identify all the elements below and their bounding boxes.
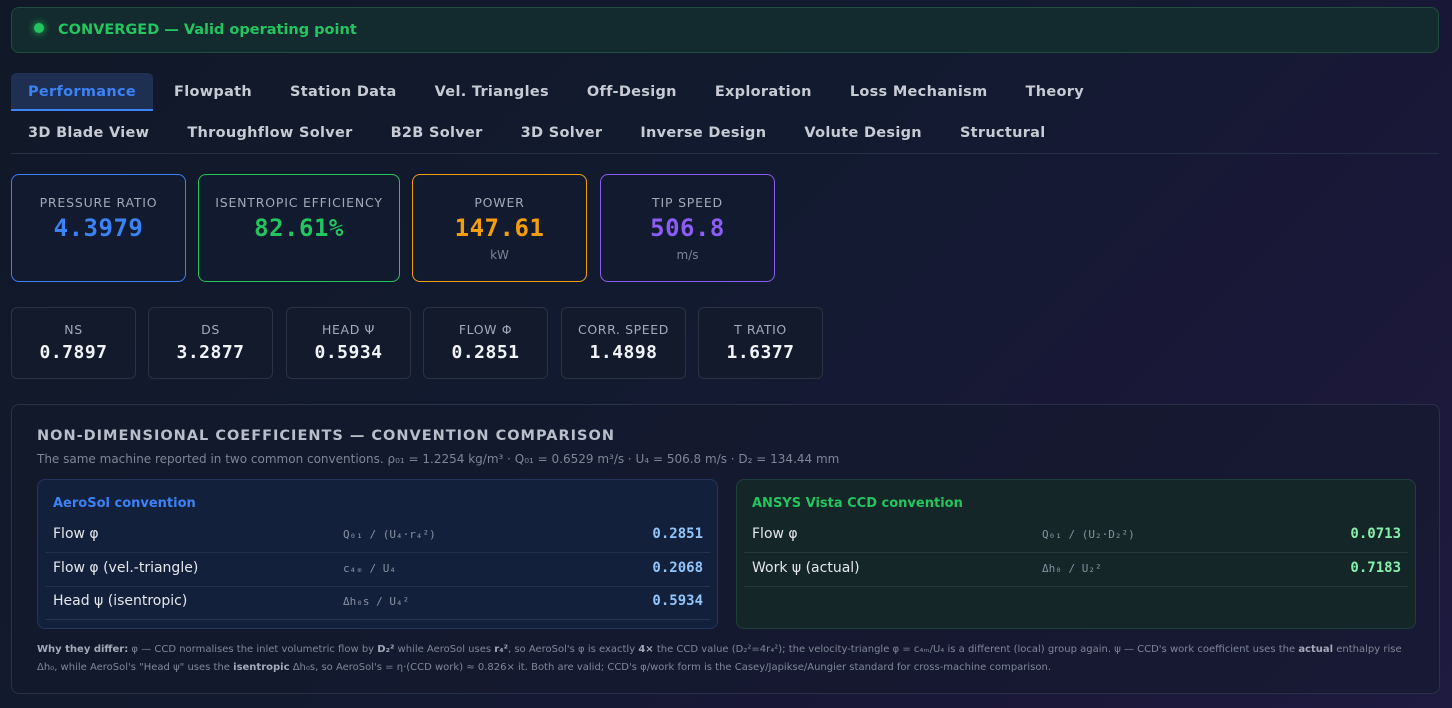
coef-value: 0.2068 (652, 560, 703, 576)
coef-name: Flow φ (752, 526, 798, 542)
coef-formula: Δh₀ / U₂² (1042, 562, 1102, 575)
metric-value: 0.2851 (451, 342, 520, 363)
tab-flowpath[interactable]: Flowpath (157, 73, 269, 111)
coef-value: 0.7183 (1350, 560, 1401, 576)
why-they-differ-note: Why they differ: φ — CCD normalises the … (37, 641, 1417, 677)
table-row: Flow φ Q₀₁ / (U₄·r₄²) 0.2851 (45, 519, 710, 553)
kpi-pressure-ratio: PRESSURE RATIO 4.3979 (11, 174, 186, 282)
table-row: Work ψ (actual) Δh₀ / U₂² 0.7183 (744, 553, 1408, 587)
table-row: Flow φ Q₀₁ / (U₂·D₂²) 0.0713 (744, 519, 1408, 553)
coef-formula: Q₀₁ / (U₂·D₂²) (1042, 528, 1135, 541)
kpi-power: POWER 147.61 kW (412, 174, 587, 282)
status-text: CONVERGED — Valid operating point (58, 22, 357, 38)
why-label: Why they differ: (37, 644, 129, 655)
tab-b2b-solver[interactable]: B2B Solver (374, 114, 500, 152)
metric-label: T RATIO (734, 322, 787, 337)
table-row: Flow φ (vel.-triangle) c₄ₘ / U₄ 0.2068 (45, 553, 710, 587)
metric-corr-speed: CORR. SPEED 1.4898 (561, 307, 686, 379)
kpi-label: PRESSURE RATIO (39, 195, 158, 210)
note-text: while AeroSol uses (394, 644, 495, 655)
metric-head: HEAD Ψ 0.5934 (286, 307, 411, 379)
aerosol-convention-card: AeroSol convention Flow φ Q₀₁ / (U₄·r₄²)… (37, 479, 718, 629)
coefficients-panel: NON-DIMENSIONAL COEFFICIENTS — CONVENTIO… (11, 404, 1440, 694)
ansys-convention-card: ANSYS Vista CCD convention Flow φ Q₀₁ / … (736, 479, 1416, 629)
kpi-label: POWER (474, 195, 525, 210)
metric-label: HEAD Ψ (322, 322, 375, 337)
tabs-divider (11, 153, 1439, 154)
metric-ns: NS 0.7897 (11, 307, 136, 379)
status-dot-icon (34, 23, 44, 33)
note-text: φ — CCD normalises the inlet volumetric … (128, 644, 378, 655)
coef-name: Work ψ (actual) (752, 560, 860, 576)
tab-3d-solver[interactable]: 3D Solver (504, 114, 620, 152)
coef-formula: Q₀₁ / (U₄·r₄²) (343, 528, 436, 541)
metric-ds: DS 3.2877 (148, 307, 273, 379)
tab-row-1: Performance Flowpath Station Data Vel. T… (11, 73, 1439, 111)
note-bold: actual (1298, 644, 1334, 655)
ansys-heading: ANSYS Vista CCD convention (752, 496, 963, 511)
tab-vel-triangles[interactable]: Vel. Triangles (418, 73, 566, 111)
note-bold: isentropic (233, 662, 290, 673)
tab-loss-mechanism[interactable]: Loss Mechanism (833, 73, 1005, 111)
kpi-unit: m/s (676, 248, 699, 262)
tab-off-design[interactable]: Off-Design (570, 73, 694, 111)
coef-name: Flow φ (53, 526, 99, 542)
tab-throughflow-solver[interactable]: Throughflow Solver (170, 114, 369, 152)
table-row: Head ψ (isentropic) Δh₀s / U₄² 0.5934 (45, 586, 710, 620)
note-bold: D₂² (377, 644, 395, 655)
metric-label: FLOW Φ (458, 322, 513, 337)
coef-name: Head ψ (isentropic) (53, 593, 188, 609)
note-bold: 4× (638, 644, 654, 655)
coefficients-subtitle: The same machine reported in two common … (37, 452, 840, 466)
tab-performance[interactable]: Performance (11, 73, 153, 111)
coef-value: 0.2851 (652, 526, 703, 542)
tab-inverse-design[interactable]: Inverse Design (623, 114, 783, 152)
tab-theory[interactable]: Theory (1009, 73, 1101, 111)
tab-3d-blade-view[interactable]: 3D Blade View (11, 114, 166, 152)
note-bold: r₄² (494, 644, 508, 655)
note-text: , so AeroSol's φ is exactly (507, 644, 639, 655)
metric-flow: FLOW Φ 0.2851 (423, 307, 548, 379)
coefficients-title: NON-DIMENSIONAL COEFFICIENTS — CONVENTIO… (37, 428, 615, 444)
tab-station-data[interactable]: Station Data (273, 73, 414, 111)
metric-value: 0.5934 (314, 342, 383, 363)
metric-label: NS (64, 322, 83, 337)
tab-volute-design[interactable]: Volute Design (787, 114, 939, 152)
coef-formula: Δh₀s / U₄² (343, 595, 410, 608)
kpi-value: 82.61% (254, 214, 344, 242)
metric-value: 1.4898 (589, 342, 658, 363)
coef-name: Flow φ (vel.-triangle) (53, 560, 199, 576)
status-banner: CONVERGED — Valid operating point (11, 7, 1439, 53)
kpi-value: 4.3979 (53, 214, 144, 242)
kpi-label: ISENTROPIC EFFICIENCY (215, 195, 383, 210)
coef-formula: c₄ₘ / U₄ (343, 562, 396, 575)
metric-value: 1.6377 (726, 342, 795, 363)
metric-value: 3.2877 (176, 342, 245, 363)
tab-exploration[interactable]: Exploration (698, 73, 829, 111)
coef-value: 0.0713 (1350, 526, 1401, 542)
coef-value: 0.5934 (652, 593, 703, 609)
metric-value: 0.7897 (39, 342, 108, 363)
kpi-value: 506.8 (650, 214, 725, 242)
note-text: Δh₀s, so AeroSol's = η·(CCD work) ≈ 0.82… (289, 662, 1052, 673)
note-text: the CCD value (D₂²=4r₄²); the velocity-t… (653, 644, 1299, 655)
tab-structural[interactable]: Structural (943, 114, 1063, 152)
kpi-label: TIP SPEED (652, 195, 723, 210)
metric-label: DS (201, 322, 220, 337)
kpi-value: 147.61 (454, 214, 545, 242)
kpi-isentropic-efficiency: ISENTROPIC EFFICIENCY 82.61% (198, 174, 400, 282)
kpi-unit: kW (490, 248, 509, 262)
metric-t-ratio: T RATIO 1.6377 (698, 307, 823, 379)
kpi-tip-speed: TIP SPEED 506.8 m/s (600, 174, 775, 282)
aerosol-heading: AeroSol convention (53, 496, 196, 511)
tab-row-2: 3D Blade View Throughflow Solver B2B Sol… (11, 114, 1439, 152)
metric-label: CORR. SPEED (578, 322, 669, 337)
tab-bar: Performance Flowpath Station Data Vel. T… (11, 73, 1439, 155)
